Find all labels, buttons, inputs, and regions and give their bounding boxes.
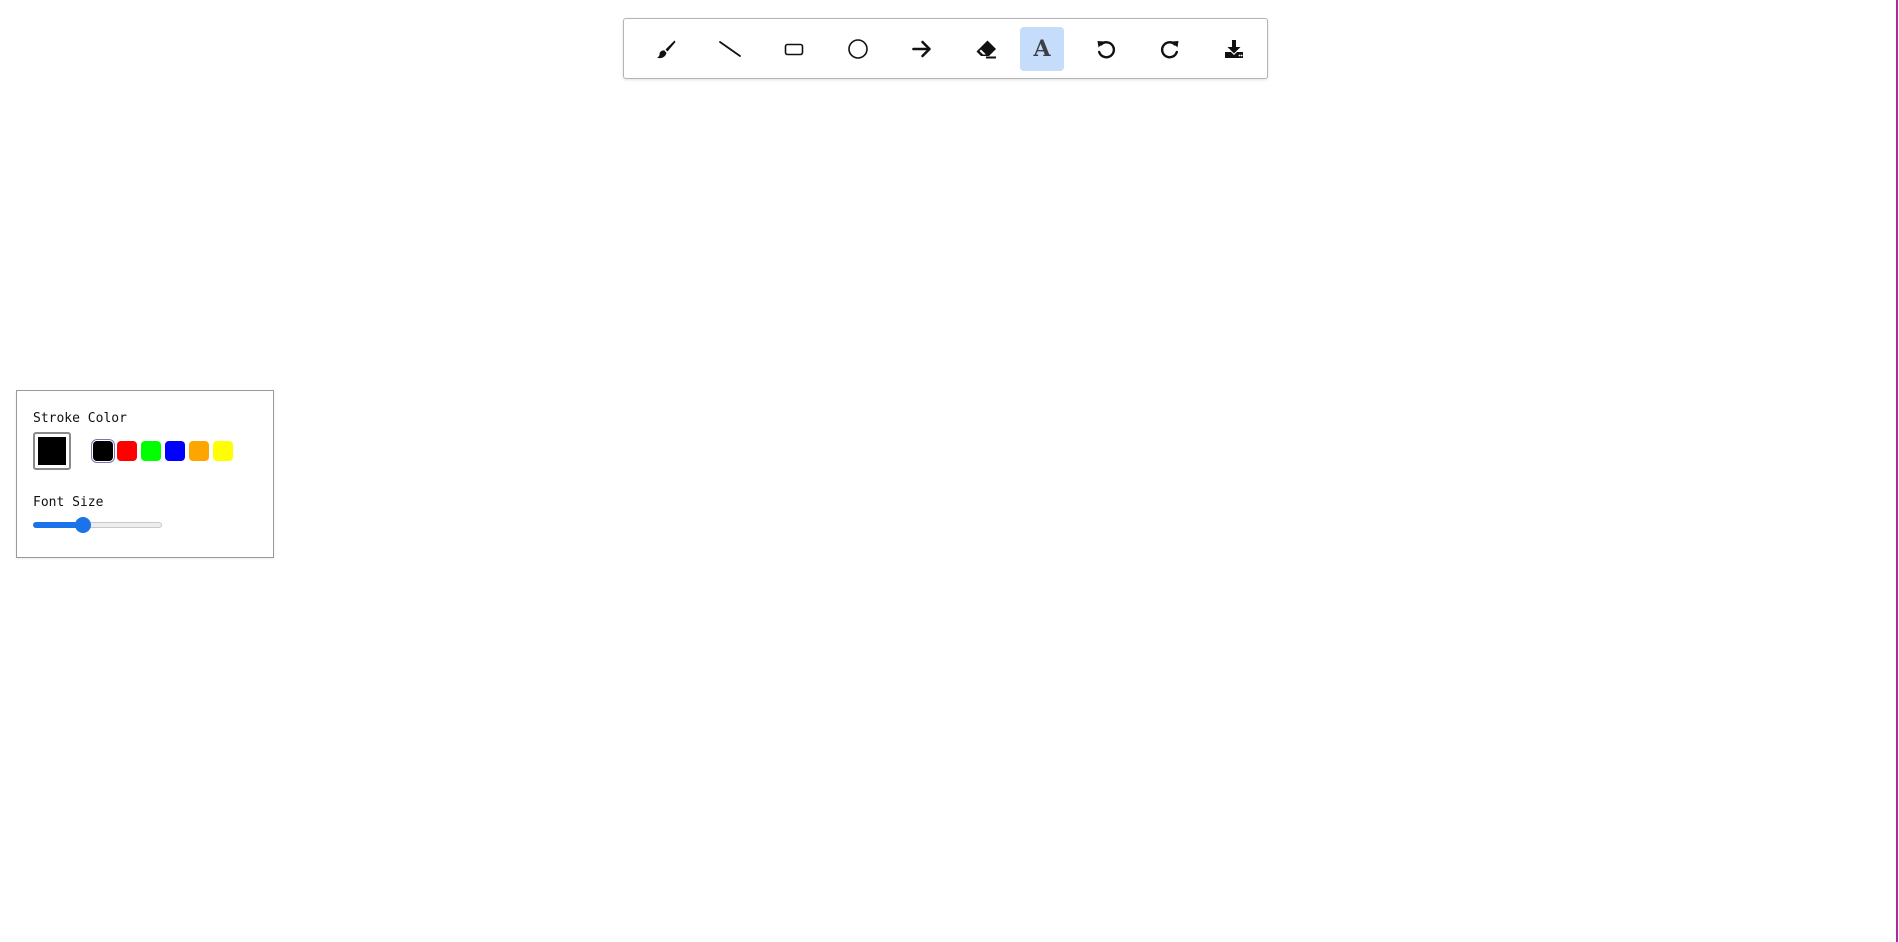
swatch-red[interactable] bbox=[117, 441, 137, 461]
tool-brush-button[interactable] bbox=[644, 27, 688, 71]
tool-download-button[interactable] bbox=[1212, 27, 1256, 71]
properties-panel: Stroke Color Font Size bbox=[16, 390, 274, 558]
swatch-blue[interactable] bbox=[165, 441, 185, 461]
download-icon bbox=[1223, 38, 1245, 60]
brush-icon bbox=[655, 38, 677, 60]
current-color-fill bbox=[38, 437, 66, 465]
swatch-yellow[interactable] bbox=[213, 441, 233, 461]
current-color-picker[interactable] bbox=[33, 432, 71, 470]
text-icon: A bbox=[1033, 36, 1051, 62]
swatch-orange[interactable] bbox=[189, 441, 209, 461]
swatch-black[interactable] bbox=[93, 441, 113, 461]
circle-icon bbox=[847, 38, 869, 60]
stroke-color-label: Stroke Color bbox=[33, 411, 127, 426]
tool-undo-button[interactable] bbox=[1084, 27, 1128, 71]
tool-text-button[interactable]: A bbox=[1020, 27, 1064, 71]
font-size-slider[interactable] bbox=[33, 517, 162, 533]
tool-rectangle-button[interactable] bbox=[772, 27, 816, 71]
tool-circle-button[interactable] bbox=[836, 27, 880, 71]
toolbar: A bbox=[623, 18, 1268, 79]
undo-icon bbox=[1095, 38, 1117, 60]
line-icon bbox=[718, 37, 742, 61]
window-edge bbox=[1896, 0, 1898, 942]
arrow-right-icon bbox=[911, 38, 933, 60]
drawing-canvas[interactable] bbox=[0, 0, 1897, 942]
tool-redo-button[interactable] bbox=[1148, 27, 1192, 71]
tool-arrow-button[interactable] bbox=[900, 27, 944, 71]
rectangle-icon bbox=[783, 38, 805, 60]
swatch-green[interactable] bbox=[141, 441, 161, 461]
slider-thumb[interactable] bbox=[75, 517, 91, 533]
redo-icon bbox=[1159, 38, 1181, 60]
tool-line-button[interactable] bbox=[708, 27, 752, 71]
eraser-icon bbox=[974, 38, 998, 60]
font-size-label: Font Size bbox=[33, 495, 104, 510]
tool-eraser-button[interactable] bbox=[964, 27, 1008, 71]
